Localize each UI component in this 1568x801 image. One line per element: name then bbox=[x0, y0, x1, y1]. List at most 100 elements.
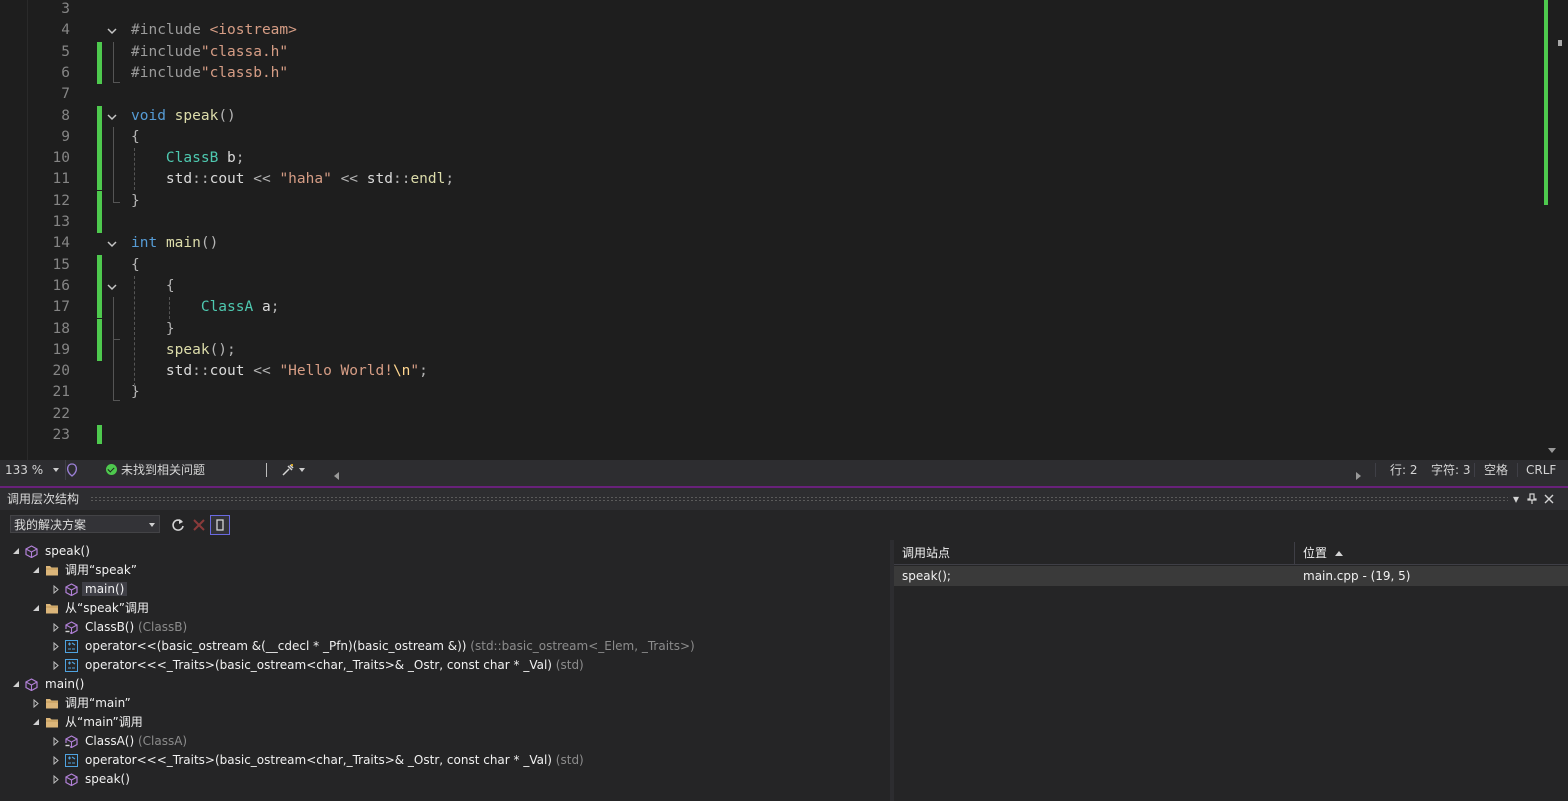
expanded-arrow-icon[interactable] bbox=[32, 566, 40, 574]
tree-item[interactable]: speak() bbox=[0, 770, 890, 789]
tree-item-scope: (std::basic_ostream<_Elem, _Traits>) bbox=[466, 639, 695, 653]
code-line[interactable]: 19 speak(); bbox=[0, 339, 1540, 361]
main-body-guide bbox=[134, 276, 135, 386]
status-divider bbox=[1375, 463, 1376, 477]
expanded-arrow-icon[interactable] bbox=[32, 604, 40, 612]
collapsed-arrow-icon[interactable] bbox=[52, 755, 60, 766]
tree-item-name: 从“speak”调用 bbox=[65, 601, 149, 615]
tree-item[interactable]: operator<<(basic_ostream &(__cdecl * _Pf… bbox=[0, 637, 890, 656]
code-line[interactable]: 21} bbox=[0, 382, 1540, 403]
code-line[interactable]: 10 ClassB b; bbox=[0, 148, 1540, 170]
tree-item-name: speak() bbox=[45, 544, 90, 558]
remove-root-button[interactable] bbox=[189, 515, 209, 535]
code-line[interactable]: 12} bbox=[0, 190, 1540, 212]
refresh-button[interactable] bbox=[168, 515, 188, 535]
code-line[interactable]: 17 ClassA a; bbox=[0, 297, 1540, 319]
copilot-icon[interactable] bbox=[66, 460, 80, 480]
change-indicator bbox=[97, 148, 102, 170]
collapsed-arrow-icon[interactable] bbox=[52, 736, 60, 747]
tree-item[interactable]: speak() bbox=[0, 542, 890, 561]
code-line[interactable]: 15 { bbox=[0, 254, 1540, 276]
tree-item[interactable]: 调用“main” bbox=[0, 694, 890, 713]
tree-item[interactable]: operator<<<_Traits>(basic_ostream<char,_… bbox=[0, 751, 890, 770]
check-circle-icon bbox=[106, 464, 117, 475]
line-number: 11 bbox=[52, 171, 70, 188]
code-line[interactable]: 14 int main() bbox=[0, 233, 1540, 254]
code-line[interactable]: 11 std::cout << "haha" << std::endl; bbox=[0, 169, 1540, 191]
code-line[interactable]: 16 { bbox=[0, 275, 1540, 297]
collapsed-arrow-icon[interactable] bbox=[32, 698, 40, 709]
tree-item-scope: (std) bbox=[551, 753, 584, 767]
collapsed-arrow-icon[interactable] bbox=[52, 660, 60, 671]
pin-icon[interactable] bbox=[1524, 488, 1540, 512]
code-cleanup-icon[interactable] bbox=[281, 460, 305, 480]
line-number: 7 bbox=[61, 86, 70, 103]
fold-chevron-icon[interactable] bbox=[106, 25, 118, 37]
tree-item[interactable]: 从“main”调用 bbox=[0, 713, 890, 732]
column-location[interactable]: 位置 bbox=[1303, 542, 1343, 564]
scrollbar-change-marker bbox=[1544, 108, 1548, 164]
code-line[interactable]: 8 void speak() bbox=[0, 105, 1540, 127]
tree-item[interactable]: 从“speak”调用 bbox=[0, 599, 890, 618]
chevron-down-icon[interactable] bbox=[299, 468, 305, 472]
fold-chevron-icon[interactable] bbox=[106, 281, 118, 293]
code-line[interactable]: 23 bbox=[0, 425, 1540, 446]
char-indicator[interactable]: 字符: 3 bbox=[1431, 460, 1471, 480]
column-divider[interactable] bbox=[1294, 542, 1295, 564]
call-site-row[interactable]: speak(); main.cpp - (19, 5) bbox=[894, 566, 1568, 586]
code-line[interactable]: 4 #include <iostream> bbox=[0, 20, 1540, 41]
fold-chevron-icon[interactable] bbox=[106, 238, 118, 250]
change-indicator bbox=[97, 126, 102, 148]
code-text: int main() bbox=[131, 235, 219, 252]
scroll-right-arrow[interactable] bbox=[1356, 466, 1361, 480]
tree-item[interactable]: operator<<<_Traits>(basic_ostream<char,_… bbox=[0, 656, 890, 675]
scroll-left-arrow[interactable] bbox=[334, 466, 339, 480]
code-line[interactable]: 18 } bbox=[0, 318, 1540, 340]
expanded-arrow-icon[interactable] bbox=[12, 547, 20, 555]
issues-indicator[interactable]: 未找到相关问题 bbox=[106, 460, 205, 480]
code-line[interactable]: 6 #include"classb.h" bbox=[0, 62, 1540, 84]
code-line[interactable]: 7 bbox=[0, 84, 1540, 105]
method-icon bbox=[25, 678, 38, 692]
collapsed-arrow-icon[interactable] bbox=[52, 641, 60, 652]
scrollbar-thumb[interactable] bbox=[1558, 40, 1562, 46]
tree-item[interactable]: main() bbox=[0, 675, 890, 694]
call-sites-list[interactable]: 调用站点 位置 speak(); main.cpp - (19, 5) bbox=[894, 540, 1568, 801]
code-line[interactable]: 13 bbox=[0, 212, 1540, 233]
expanded-arrow-icon[interactable] bbox=[32, 718, 40, 726]
call-hierarchy-tree[interactable]: speak() 调用“speak” main() 从“speak”调用 ClassB()… bbox=[0, 540, 890, 801]
line-ending-indicator[interactable]: CRLF bbox=[1526, 460, 1556, 480]
tree-item[interactable]: ClassA() (ClassA) bbox=[0, 732, 890, 751]
line-number: 20 bbox=[52, 363, 70, 380]
tree-item[interactable]: main() bbox=[0, 580, 890, 599]
panel-drag-grip[interactable] bbox=[90, 496, 1508, 502]
change-indicator bbox=[97, 105, 102, 127]
line-indicator[interactable]: 行: 2 bbox=[1390, 460, 1418, 480]
toggle-details-button[interactable] bbox=[210, 515, 230, 535]
collapsed-arrow-icon[interactable] bbox=[52, 584, 60, 595]
whitespace-indicator[interactable]: 空格 bbox=[1484, 460, 1508, 480]
column-callsite[interactable]: 调用站点 bbox=[902, 542, 950, 564]
tree-item[interactable]: ClassB() (ClassB) bbox=[0, 618, 890, 637]
collapsed-arrow-icon[interactable] bbox=[52, 774, 60, 785]
zoom-level[interactable]: 133 % bbox=[0, 460, 66, 480]
status-divider bbox=[1517, 463, 1518, 477]
code-line[interactable]: 3 bbox=[0, 0, 1540, 20]
scroll-down-arrow[interactable] bbox=[1548, 448, 1556, 453]
chevron-down-icon[interactable] bbox=[53, 468, 59, 472]
tree-item-name: 调用“speak” bbox=[65, 563, 137, 577]
close-icon[interactable] bbox=[1541, 488, 1557, 511]
code-editor[interactable]: 3 4 #include <iostream> 5 #include"classa.h"… bbox=[0, 0, 1568, 460]
fold-chevron-icon[interactable] bbox=[106, 111, 118, 123]
panel-menu-icon[interactable]: ▾ bbox=[1508, 488, 1524, 510]
collapsed-arrow-icon[interactable] bbox=[52, 622, 60, 633]
expanded-arrow-icon[interactable] bbox=[12, 680, 20, 688]
editor-vertical-scrollbar[interactable] bbox=[1540, 0, 1568, 460]
code-line[interactable]: 5 #include"classa.h" bbox=[0, 41, 1540, 63]
code-line[interactable]: 20 std::cout << "Hello World!\n"; bbox=[0, 361, 1540, 382]
tree-item[interactable]: 调用“speak” bbox=[0, 561, 890, 580]
scope-dropdown[interactable]: 我的解决方案 bbox=[10, 515, 160, 533]
code-line[interactable]: 9{ bbox=[0, 126, 1540, 148]
issues-text: 未找到相关问题 bbox=[121, 463, 206, 477]
code-line[interactable]: 22 bbox=[0, 404, 1540, 425]
